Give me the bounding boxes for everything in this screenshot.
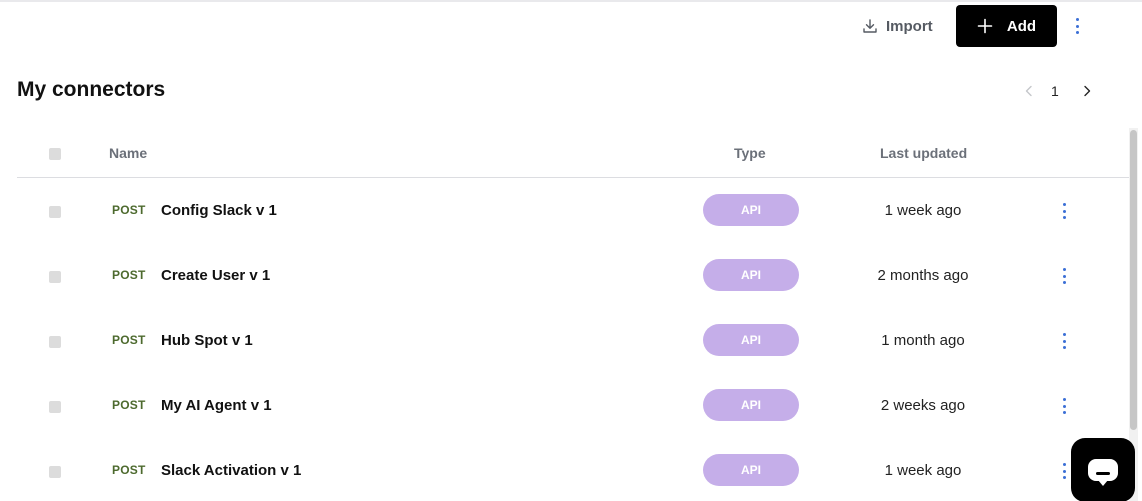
more-vertical-icon[interactable] <box>1068 16 1086 36</box>
dot <box>1062 281 1066 284</box>
dot <box>1062 411 1066 414</box>
plus-icon <box>977 18 993 34</box>
connector-name[interactable]: Slack Activation v 1 <box>161 462 301 479</box>
dot <box>1062 268 1066 271</box>
method-label: POST <box>112 203 146 217</box>
type-badge: API <box>703 259 799 291</box>
dot <box>1075 18 1079 21</box>
connector-name[interactable]: Hub Spot v 1 <box>161 332 253 349</box>
add-label: Add <box>1006 17 1037 35</box>
connector-name[interactable]: My AI Agent v 1 <box>161 397 272 414</box>
table-row[interactable]: POST Config Slack v 1 API 1 week ago <box>17 178 1129 243</box>
method-label: POST <box>112 333 146 347</box>
method-label: POST <box>112 398 146 412</box>
last-updated: 1 week ago <box>884 202 962 219</box>
dot <box>1075 31 1079 34</box>
column-header-name[interactable]: Name <box>109 145 147 161</box>
method-label: POST <box>112 463 146 477</box>
last-updated: 2 months ago <box>877 267 969 284</box>
dot <box>1062 339 1066 343</box>
row-checkbox[interactable] <box>49 466 61 478</box>
dot <box>1062 209 1066 213</box>
dot <box>1062 469 1066 473</box>
column-header-type[interactable]: Type <box>734 145 766 161</box>
type-badge: API <box>703 389 799 421</box>
scrollbar-thumb[interactable] <box>1130 130 1137 430</box>
column-header-last-updated[interactable]: Last updated <box>880 145 967 161</box>
dot <box>1062 333 1066 336</box>
more-vertical-icon[interactable] <box>1055 397 1073 415</box>
dot <box>1062 216 1066 219</box>
select-all-checkbox[interactable] <box>49 148 61 160</box>
toolbar: Import Add <box>722 5 1142 47</box>
dot <box>1062 203 1066 206</box>
add-button[interactable]: Add <box>956 5 1057 47</box>
import-label: Import <box>886 17 933 35</box>
chevron-left-icon[interactable] <box>1022 84 1036 98</box>
row-checkbox[interactable] <box>49 271 61 283</box>
row-checkbox[interactable] <box>49 206 61 218</box>
table-row[interactable]: POST My AI Agent v 1 API 2 weeks ago <box>17 373 1129 438</box>
last-updated: 1 month ago <box>881 332 965 349</box>
more-vertical-icon[interactable] <box>1055 332 1073 350</box>
type-badge: API <box>703 454 799 486</box>
connector-name[interactable]: Config Slack v 1 <box>161 202 277 219</box>
dot <box>1062 404 1066 408</box>
top-divider <box>0 0 1142 2</box>
connectors-table: Name Type Last updated POST Config Slack… <box>17 134 1129 501</box>
more-vertical-icon[interactable] <box>1055 202 1073 220</box>
last-updated: 1 week ago <box>884 462 962 479</box>
download-icon <box>863 19 877 33</box>
page-title: My connectors <box>17 78 166 101</box>
pagination: 1 <box>1018 80 1098 102</box>
last-updated: 2 weeks ago <box>880 397 966 414</box>
row-checkbox[interactable] <box>49 336 61 348</box>
dot <box>1062 463 1066 466</box>
more-vertical-icon[interactable] <box>1055 267 1073 285</box>
dot <box>1062 398 1066 401</box>
row-checkbox[interactable] <box>49 401 61 413</box>
table-row[interactable]: POST Hub Spot v 1 API 1 month ago <box>17 308 1129 373</box>
dot <box>1075 24 1079 28</box>
chat-widget-button[interactable] <box>1071 438 1135 501</box>
import-button[interactable]: Import <box>862 11 933 41</box>
type-badge: API <box>703 194 799 226</box>
dot <box>1062 476 1066 479</box>
table-row[interactable]: POST Slack Activation v 1 API 1 week ago <box>17 438 1129 501</box>
method-label: POST <box>112 268 146 282</box>
type-badge: API <box>703 324 799 356</box>
dot <box>1062 274 1066 278</box>
page-number[interactable]: 1 <box>1051 83 1059 99</box>
table-row[interactable]: POST Create User v 1 API 2 months ago <box>17 243 1129 308</box>
dot <box>1062 346 1066 349</box>
connector-name[interactable]: Create User v 1 <box>161 267 270 284</box>
table-header: Name Type Last updated <box>17 134 1129 178</box>
chevron-right-icon[interactable] <box>1080 84 1094 98</box>
chat-bubble-icon <box>1088 459 1118 486</box>
